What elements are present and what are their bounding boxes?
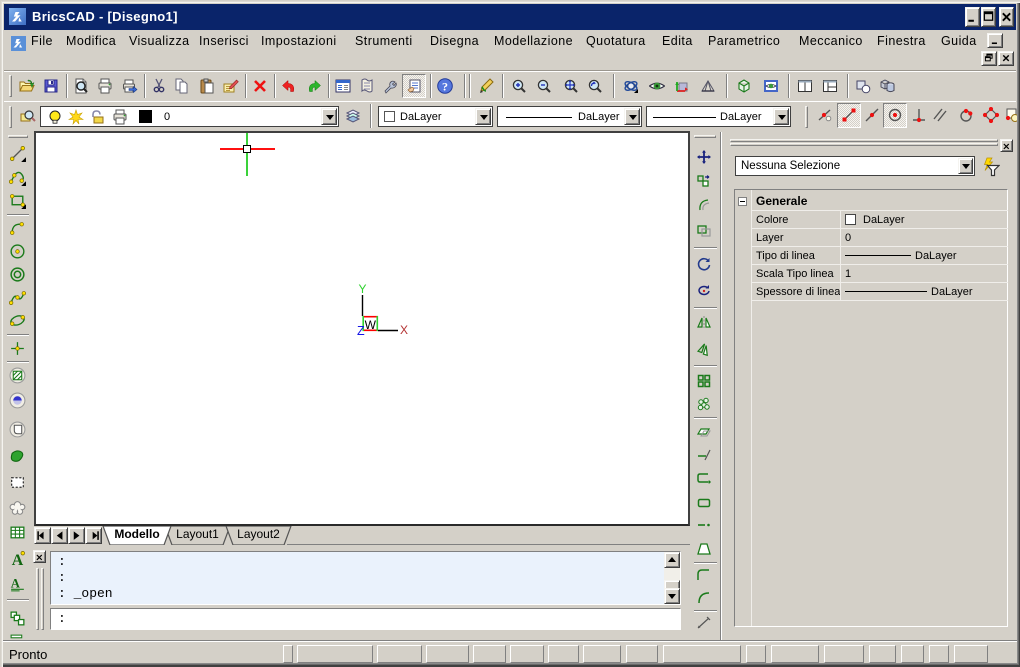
svg-text:Z: Z xyxy=(357,324,365,338)
svg-text:W: W xyxy=(365,318,377,332)
svg-text:X: X xyxy=(400,323,408,337)
svg-text:Y: Y xyxy=(359,282,367,296)
svg-text:?: ? xyxy=(442,80,448,94)
svg-text:A: A xyxy=(11,577,21,591)
